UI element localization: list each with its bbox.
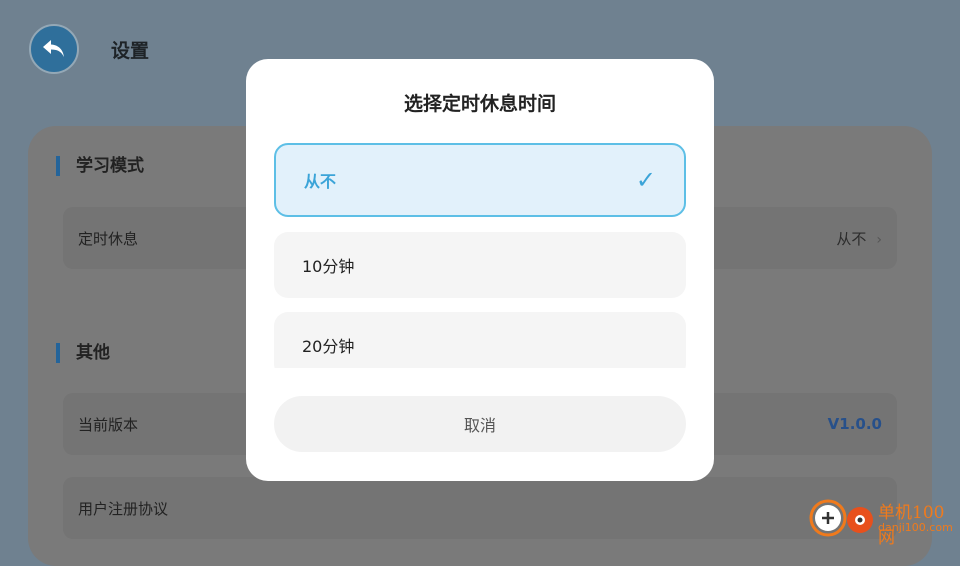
option-20-minutes[interactable]: 20分钟: [274, 312, 686, 368]
setting-row-label: 当前版本: [78, 415, 139, 434]
option-label: 从不: [304, 172, 337, 191]
option-list[interactable]: 从不 ✓ 10分钟 20分钟: [274, 143, 686, 368]
watermark-icon: [809, 499, 873, 537]
setting-row-value: 从不: [836, 229, 867, 248]
option-never[interactable]: 从不 ✓: [274, 143, 686, 217]
dialog-title: 选择定时休息时间: [403, 93, 556, 115]
setting-row-label: 定时休息: [78, 229, 139, 248]
chevron-right-icon: ›: [876, 231, 882, 248]
cancel-button[interactable]: 取消: [274, 396, 686, 452]
section-title-study-mode: 学习模式: [56, 156, 144, 176]
checkmark-icon: ✓: [635, 166, 656, 194]
back-button[interactable]: [29, 24, 79, 74]
section-title-other: 其他: [56, 343, 110, 363]
version-value: V1.0.0: [827, 415, 882, 433]
setting-row-label: 用户注册协议: [78, 499, 169, 518]
page-title: 设置: [111, 40, 150, 62]
option-10-minutes[interactable]: 10分钟: [274, 232, 686, 298]
back-arrow-icon: [43, 40, 64, 57]
watermark-logo: 单机100网 danji100.com: [806, 496, 956, 548]
setting-row-user-agreement[interactable]: 用户注册协议: [63, 477, 897, 539]
option-label: 10分钟: [302, 257, 355, 276]
watermark-site: danji100.com: [878, 521, 953, 534]
option-label: 20分钟: [302, 337, 355, 356]
break-timer-dialog: 选择定时休息时间 从不 ✓ 10分钟 20分钟 取消: [246, 59, 714, 481]
